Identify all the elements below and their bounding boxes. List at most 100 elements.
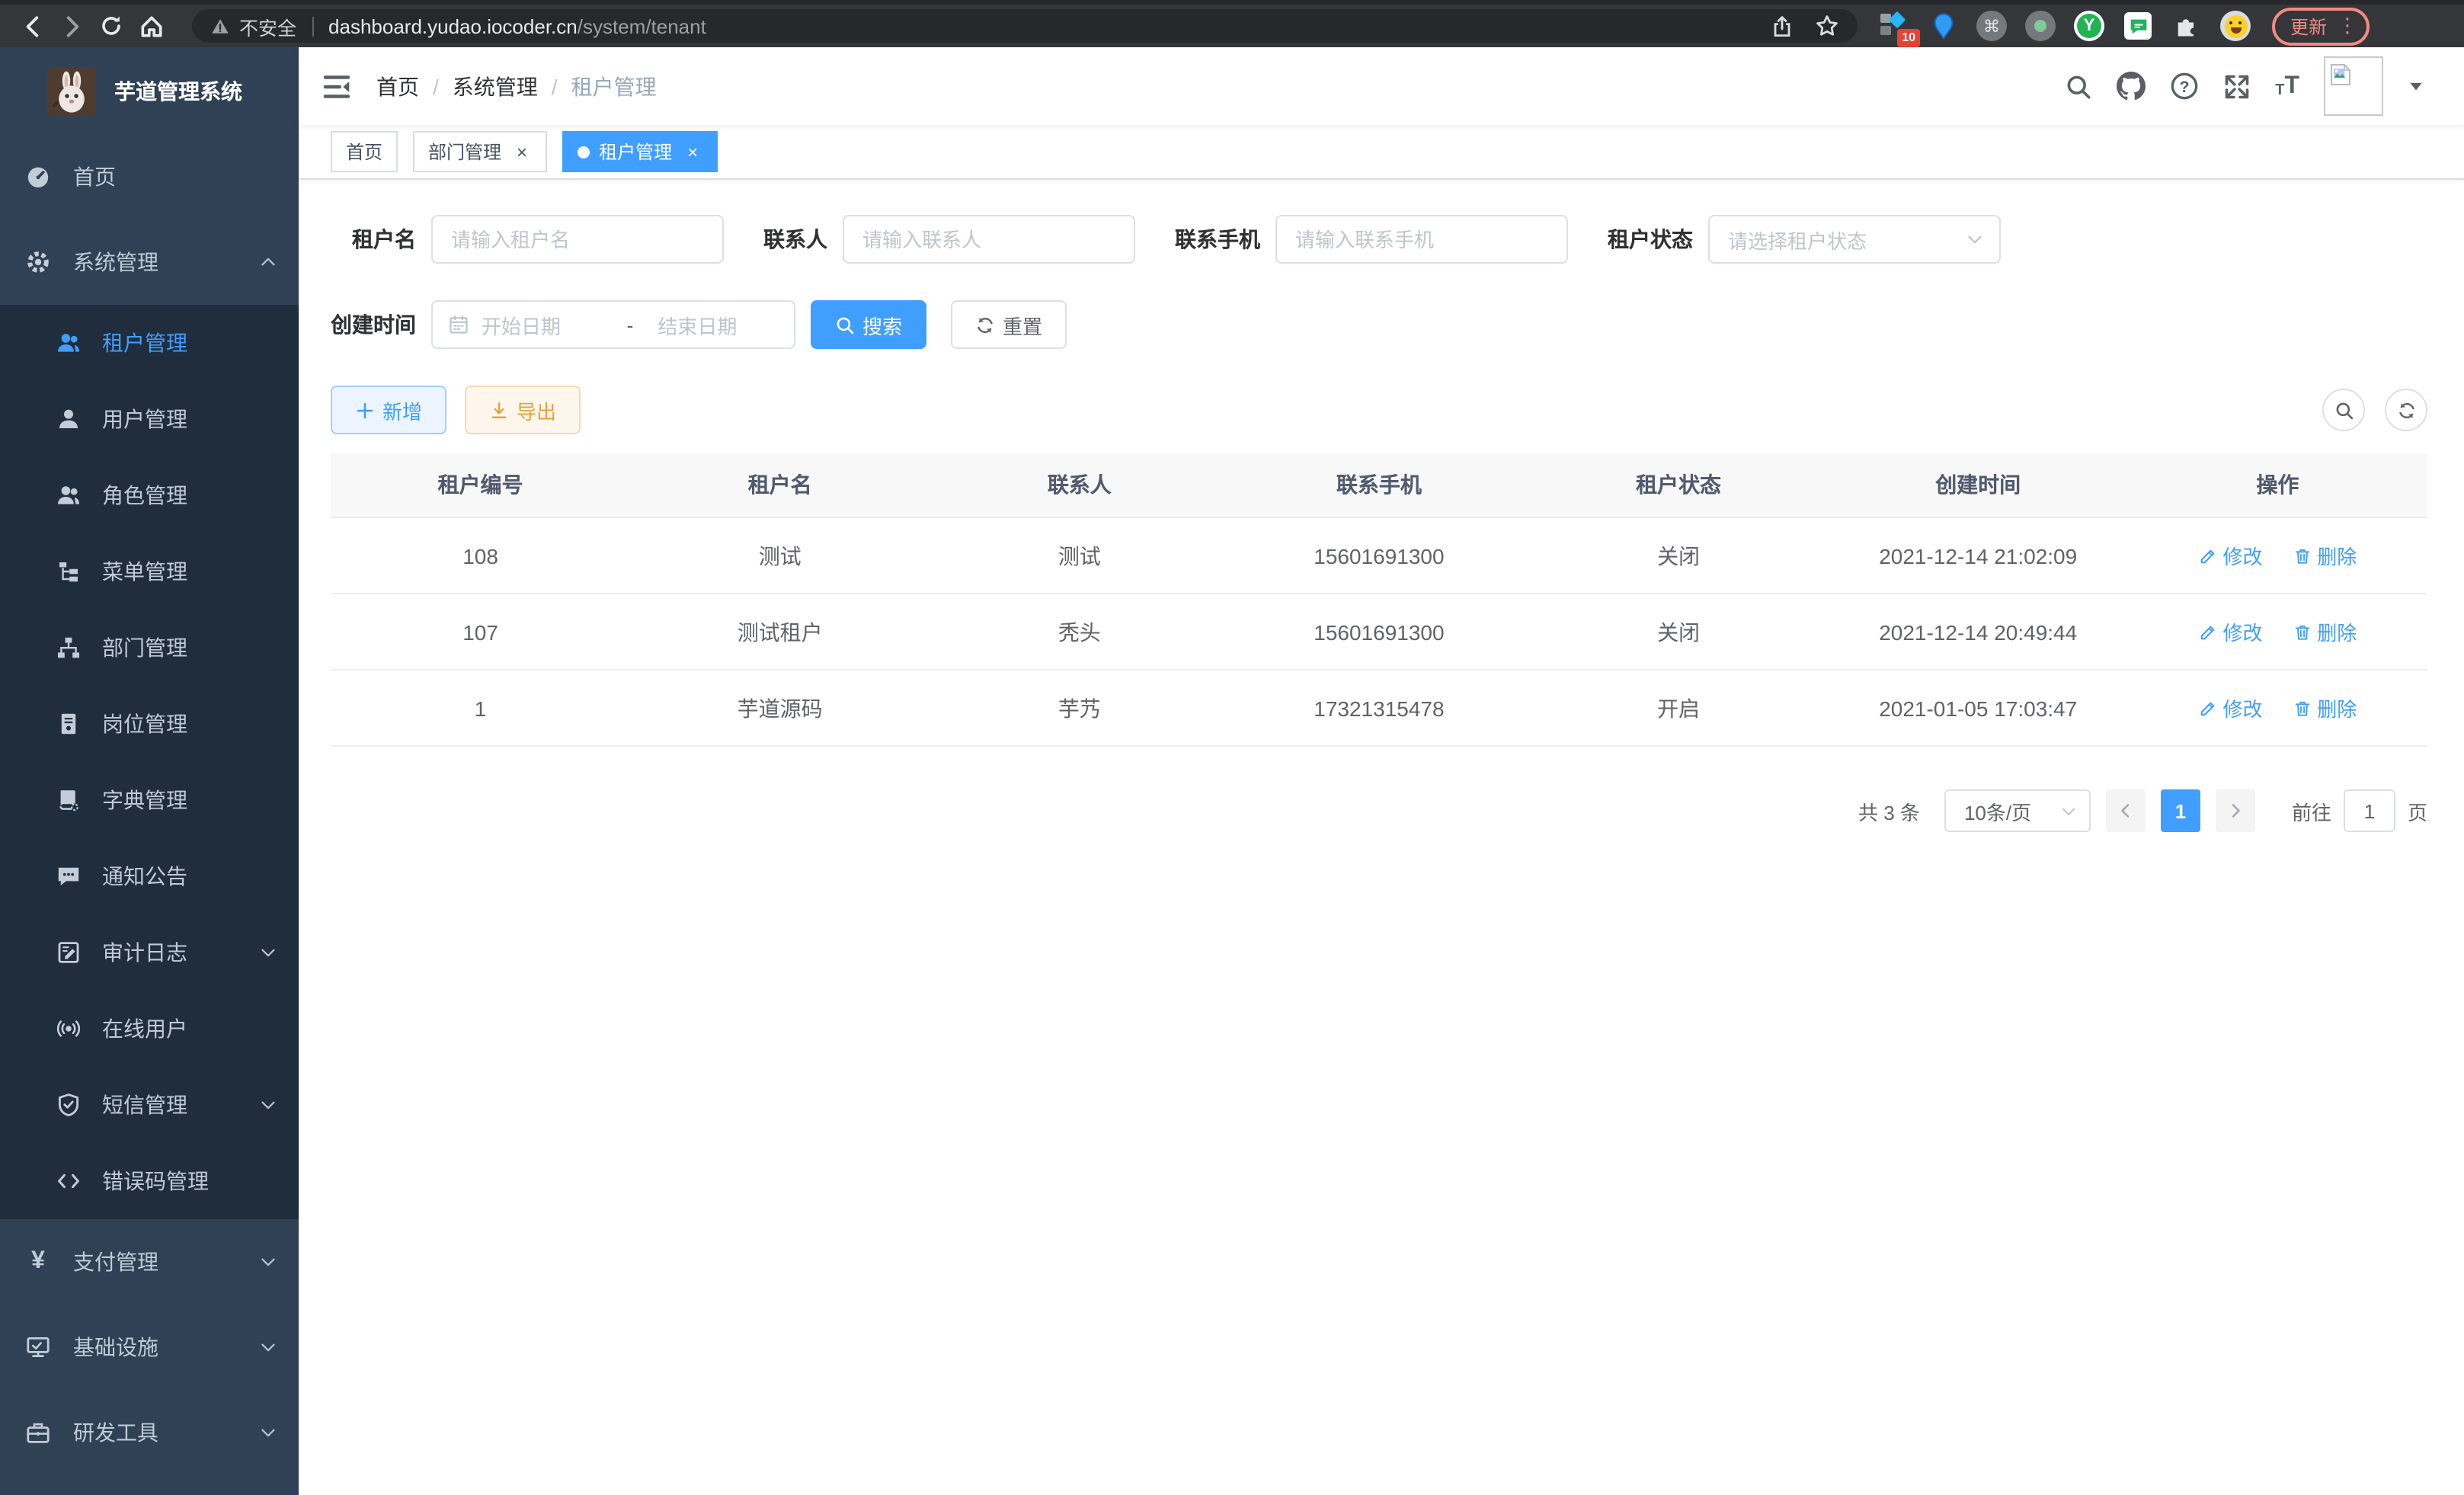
extension-grid-icon[interactable]: 10 bbox=[1879, 11, 1909, 41]
font-size-icon[interactable]: TT bbox=[2275, 74, 2299, 98]
prev-page-button[interactable] bbox=[2106, 789, 2146, 832]
status-select[interactable]: 请选择租户状态 bbox=[1708, 215, 2001, 264]
org-chart-icon bbox=[56, 635, 81, 660]
status-text: 关闭 bbox=[1529, 594, 1829, 670]
sidebar-item-dept[interactable]: 部门管理 bbox=[0, 610, 299, 686]
extensions-puzzle-icon[interactable] bbox=[2171, 11, 2202, 41]
sidebar-item-home[interactable]: 首页 bbox=[0, 134, 299, 219]
profile-avatar-icon[interactable] bbox=[2220, 11, 2251, 41]
tab-tenant[interactable]: 租户管理 × bbox=[562, 131, 718, 172]
sidebar-item-payment[interactable]: ¥ 支付管理 bbox=[0, 1219, 299, 1305]
edit-link[interactable]: 修改 bbox=[2198, 693, 2262, 722]
help-icon[interactable] bbox=[2170, 72, 2199, 101]
status-text: 开启 bbox=[1529, 670, 1829, 746]
delete-link[interactable]: 删除 bbox=[2293, 693, 2357, 722]
sidebar-item-online-user[interactable]: 在线用户 bbox=[0, 991, 299, 1067]
tab-home[interactable]: 首页 bbox=[331, 131, 398, 172]
not-secure-warning-icon bbox=[210, 16, 230, 36]
sidebar-item-post[interactable]: 岗位管理 bbox=[0, 686, 299, 762]
user-icon bbox=[56, 407, 81, 431]
plus-icon bbox=[355, 400, 375, 420]
extension-command-icon[interactable]: ⌘ bbox=[1976, 11, 2007, 41]
table-row: 107 测试租户 秃头 15601691300 关闭 2021-12-14 20… bbox=[331, 594, 2427, 670]
browser-home-button[interactable] bbox=[131, 8, 171, 44]
share-icon[interactable] bbox=[1771, 14, 1794, 37]
header-search-icon[interactable] bbox=[2065, 72, 2092, 100]
gear-icon bbox=[26, 250, 50, 274]
date-range-picker[interactable]: 开始日期 - 结束日期 bbox=[431, 300, 795, 349]
chevron-down-icon bbox=[259, 1253, 277, 1271]
export-button[interactable]: 导出 bbox=[465, 386, 581, 434]
breadcrumb-system[interactable]: 系统管理 bbox=[453, 71, 538, 101]
browser-update-button[interactable]: 更新 ⋮ bbox=[2272, 7, 2370, 45]
tenant-users-icon bbox=[56, 331, 81, 355]
sidebar-item-notice[interactable]: 通知公告 bbox=[0, 838, 299, 914]
extension-kite-icon[interactable] bbox=[1928, 11, 1958, 41]
sidebar-item-user[interactable]: 用户管理 bbox=[0, 381, 299, 457]
download-icon bbox=[489, 400, 509, 420]
chevron-down-icon bbox=[1966, 230, 1984, 248]
edit-icon bbox=[2198, 546, 2216, 565]
sidebar-item-dict[interactable]: 字典管理 bbox=[0, 762, 299, 838]
hamburger-icon[interactable] bbox=[322, 71, 352, 101]
caret-down-icon[interactable] bbox=[2408, 78, 2424, 94]
sidebar-item-system[interactable]: 系统管理 bbox=[0, 219, 299, 305]
sidebar-item-menu[interactable]: 菜单管理 bbox=[0, 533, 299, 610]
user-avatar[interactable] bbox=[2324, 56, 2383, 116]
active-tab-dot bbox=[578, 146, 590, 158]
reset-button[interactable]: 重置 bbox=[951, 300, 1067, 349]
extension-green-dot-icon[interactable] bbox=[2025, 11, 2056, 41]
browser-forward-button[interactable] bbox=[52, 8, 91, 44]
col-status: 租户状态 bbox=[1529, 453, 1829, 517]
close-icon[interactable]: × bbox=[683, 142, 702, 162]
delete-link[interactable]: 删除 bbox=[2293, 617, 2357, 646]
sidebar-item-sms[interactable]: 短信管理 bbox=[0, 1067, 299, 1143]
delete-link[interactable]: 删除 bbox=[2293, 541, 2357, 570]
extension-y-icon[interactable]: Y bbox=[2074, 11, 2104, 41]
menu-tree-icon bbox=[56, 559, 81, 584]
sidebar-item-tenant[interactable]: 租户管理 bbox=[0, 305, 299, 381]
sidebar-item-infra[interactable]: 基础设施 bbox=[0, 1305, 299, 1390]
bookmark-star-icon[interactable] bbox=[1815, 14, 1839, 38]
sidebar-item-audit-log[interactable]: 审计日志 bbox=[0, 914, 299, 991]
github-icon[interactable] bbox=[2117, 72, 2146, 101]
browser-back-button[interactable] bbox=[12, 8, 52, 44]
goto-page-input[interactable] bbox=[2344, 789, 2395, 832]
mobile-input[interactable] bbox=[1275, 215, 1568, 264]
col-contact: 联系人 bbox=[930, 453, 1229, 517]
sidebar-item-error-code[interactable]: 错误码管理 bbox=[0, 1143, 299, 1219]
add-button[interactable]: 新增 bbox=[331, 386, 446, 434]
col-mobile: 联系手机 bbox=[1229, 453, 1528, 517]
address-bar[interactable]: 不安全 dashboard.yudao.iocoder.cn/system/te… bbox=[192, 9, 1858, 43]
browser-reload-button[interactable] bbox=[91, 8, 131, 44]
tenant-name-input[interactable] bbox=[431, 215, 724, 264]
sidebar-item-devtools[interactable]: 研发工具 bbox=[0, 1390, 299, 1475]
fullscreen-icon[interactable] bbox=[2223, 72, 2251, 100]
breadcrumb-home[interactable]: 首页 bbox=[376, 71, 419, 101]
next-page-button[interactable] bbox=[2216, 789, 2255, 832]
browser-menu-icon[interactable]: ⋮ bbox=[2338, 14, 2357, 38]
filter-row-2: 创建时间 开始日期 - 结束日期 搜索 重置 bbox=[331, 300, 2427, 349]
search-button[interactable]: 搜索 bbox=[811, 300, 926, 349]
sidebar-item-role[interactable]: 角色管理 bbox=[0, 457, 299, 533]
tenant-name-label: 租户名 bbox=[331, 224, 416, 255]
extension-badge: 10 bbox=[1897, 29, 1920, 47]
monitor-icon bbox=[26, 1335, 50, 1359]
page-number-1[interactable]: 1 bbox=[2161, 789, 2200, 832]
refresh-icon bbox=[975, 315, 995, 335]
contact-input[interactable] bbox=[843, 215, 1135, 264]
refresh-icon bbox=[2396, 400, 2416, 420]
tenant-table: 租户编号 租户名 联系人 联系手机 租户状态 创建时间 操作 108 测试 bbox=[331, 453, 2427, 747]
refresh-table-button[interactable] bbox=[2385, 389, 2427, 431]
page-size-select[interactable]: 10条/页 bbox=[1944, 789, 2091, 832]
pagination: 共 3 条 10条/页 1 前往 页 bbox=[331, 789, 2427, 832]
edit-link[interactable]: 修改 bbox=[2198, 541, 2262, 570]
toggle-search-button[interactable] bbox=[2322, 389, 2365, 431]
tab-dept[interactable]: 部门管理 × bbox=[413, 131, 547, 172]
edit-link[interactable]: 修改 bbox=[2198, 617, 2262, 646]
goto-label: 前往 bbox=[2292, 796, 2331, 825]
logo-bunny-icon bbox=[47, 66, 96, 115]
close-icon[interactable]: × bbox=[512, 142, 532, 162]
screen: 不安全 dashboard.yudao.iocoder.cn/system/te… bbox=[0, 0, 2464, 1495]
extension-chat-icon[interactable] bbox=[2123, 11, 2153, 41]
